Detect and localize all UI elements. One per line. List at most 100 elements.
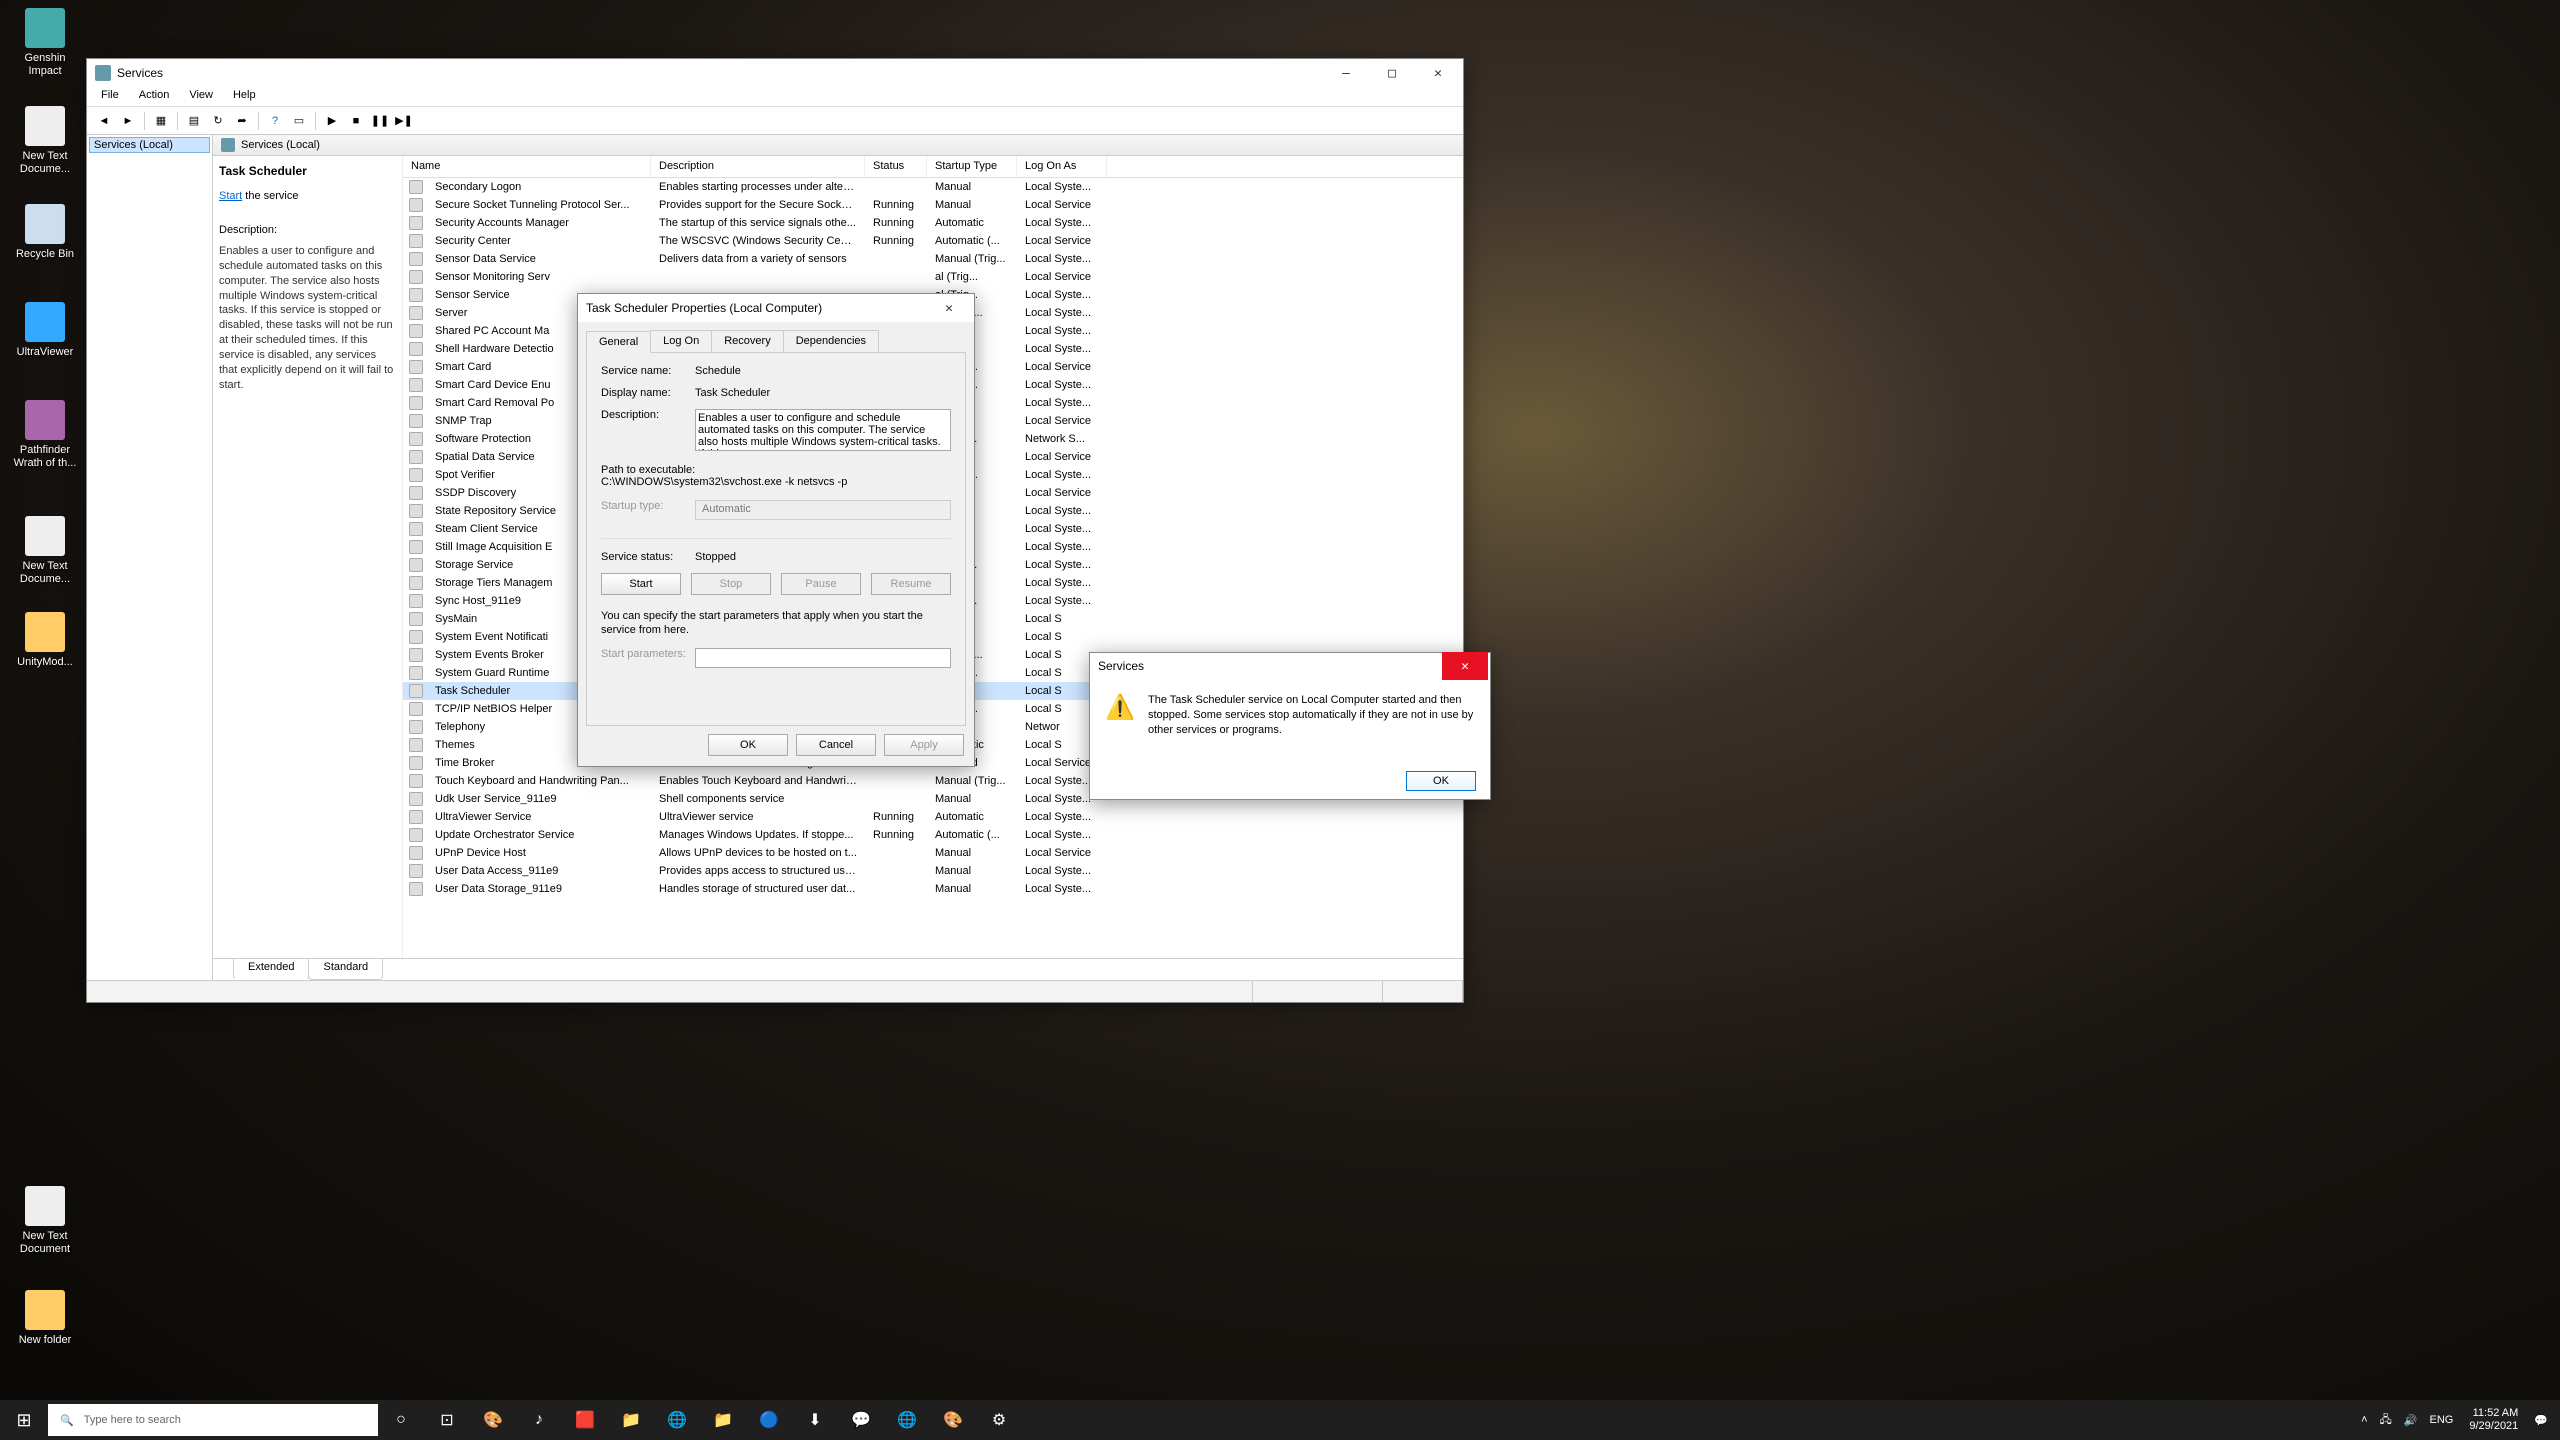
list-header[interactable]: Name Description Status Startup Type Log… (403, 156, 1463, 178)
menu-file[interactable]: File (91, 87, 129, 106)
network-icon[interactable]: 🖧 (2374, 1411, 2398, 1430)
clock[interactable]: 11:52 AM 9/29/2021 (2459, 1407, 2528, 1433)
edge-icon[interactable]: 🌐 (654, 1400, 700, 1440)
help-icon[interactable]: ? (264, 110, 286, 132)
desktop-icon[interactable]: New folder (8, 1290, 82, 1347)
start-button[interactable]: ⊞ (0, 1400, 48, 1440)
search-box[interactable]: 🔍Type here to search (48, 1404, 378, 1436)
tab-dependencies[interactable]: Dependencies (783, 330, 879, 352)
description-textarea[interactable] (695, 409, 951, 451)
restart-service-icon[interactable]: ▶❚ (393, 110, 415, 132)
service-row[interactable]: Secondary LogonEnables starting processe… (403, 178, 1463, 196)
export-list-icon[interactable]: ➦ (231, 110, 253, 132)
gear-icon (409, 846, 423, 860)
app-icon[interactable]: 🌐 (884, 1400, 930, 1440)
gear-icon (409, 414, 423, 428)
gear-icon (409, 792, 423, 806)
titlebar[interactable]: Services — □ ✕ (87, 59, 1463, 87)
tab-recovery[interactable]: Recovery (711, 330, 783, 352)
desktop-icon[interactable]: New Text Docume... (8, 106, 82, 176)
menu-view[interactable]: View (179, 87, 223, 106)
gear-icon (409, 450, 423, 464)
tab-logon[interactable]: Log On (650, 330, 712, 352)
cortana-icon[interactable]: ○ (378, 1400, 424, 1440)
app-icon[interactable]: 🟥 (562, 1400, 608, 1440)
steam-icon[interactable]: ⬇ (792, 1400, 838, 1440)
desktop-icon[interactable]: Genshin Impact (8, 8, 82, 78)
cancel-button[interactable]: Cancel (796, 734, 876, 756)
ok-button[interactable]: OK (708, 734, 788, 756)
volume-icon[interactable]: 🔊 (2398, 1414, 2424, 1427)
service-row[interactable]: Update Orchestrator ServiceManages Windo… (403, 826, 1463, 844)
service-row[interactable]: User Data Access_911e9Provides apps acce… (403, 862, 1463, 880)
desktop-icon[interactable]: Pathfinder Wrath of th... (8, 400, 82, 470)
properties-icon[interactable]: ▭ (288, 110, 310, 132)
service-name-value: Schedule (695, 365, 951, 377)
tab-general[interactable]: General (586, 331, 651, 353)
services-running-icon[interactable]: ⚙ (976, 1400, 1022, 1440)
gear-icon (409, 612, 423, 626)
gear-icon (409, 756, 423, 770)
service-row[interactable]: Security CenterThe WSCSVC (Windows Secur… (403, 232, 1463, 250)
menu-help[interactable]: Help (223, 87, 266, 106)
back-icon[interactable]: ◄ (93, 110, 115, 132)
minimize-button[interactable]: — (1323, 59, 1369, 87)
service-row[interactable]: User Data Storage_911e9Handles storage o… (403, 880, 1463, 898)
ok-button[interactable]: OK (1406, 771, 1476, 791)
gear-icon (409, 630, 423, 644)
display-name-value: Task Scheduler (695, 387, 951, 399)
tray-chevron-icon[interactable]: ˄ (2355, 1414, 2373, 1426)
app-icon[interactable]: 🎨 (930, 1400, 976, 1440)
stop-service-icon[interactable]: ■ (345, 110, 367, 132)
tab-standard[interactable]: Standard (308, 959, 383, 980)
explorer-icon[interactable]: 📁 (700, 1400, 746, 1440)
language-indicator[interactable]: ENG (2424, 1414, 2460, 1426)
close-button[interactable]: ✕ (926, 294, 972, 322)
titlebar[interactable]: Services ✕ (1090, 653, 1490, 679)
gear-icon (409, 558, 423, 572)
chrome-icon[interactable]: 🔵 (746, 1400, 792, 1440)
start-service-link[interactable]: Start (219, 190, 242, 202)
services-icon (221, 138, 235, 152)
error-message: The Task Scheduler service on Local Comp… (1148, 693, 1474, 749)
export-icon[interactable]: ▤ (183, 110, 205, 132)
service-row[interactable]: Sensor Data ServiceDelivers data from a … (403, 250, 1463, 268)
refresh-icon[interactable]: ↻ (207, 110, 229, 132)
tree-services-local[interactable]: Services (Local) (89, 137, 210, 153)
gear-icon (409, 486, 423, 500)
app-icon[interactable]: 📁 (608, 1400, 654, 1440)
task-view-icon[interactable]: ⊡ (424, 1400, 470, 1440)
show-hide-icon[interactable]: ▦ (150, 110, 172, 132)
tab-extended[interactable]: Extended (233, 959, 309, 980)
service-row[interactable]: UPnP Device HostAllows UPnP devices to b… (403, 844, 1463, 862)
menu-action[interactable]: Action (129, 87, 180, 106)
desktop-icon[interactable]: New Text Docume... (8, 516, 82, 586)
desktop-icon[interactable]: New Text Document (8, 1186, 82, 1256)
maximize-button[interactable]: □ (1369, 59, 1415, 87)
description-pane: Task Scheduler Start the service Descrip… (213, 156, 403, 958)
pause-service-icon[interactable]: ❚❚ (369, 110, 391, 132)
service-row[interactable]: Security Accounts ManagerThe startup of … (403, 214, 1463, 232)
app-icon[interactable]: 🎨 (470, 1400, 516, 1440)
gear-icon (409, 594, 423, 608)
gear-icon (409, 432, 423, 446)
app-icon[interactable]: ♪ (516, 1400, 562, 1440)
titlebar[interactable]: Task Scheduler Properties (Local Compute… (578, 294, 974, 322)
desktop-icon[interactable]: UltraViewer (8, 302, 82, 359)
gear-icon (409, 774, 423, 788)
window-title: Services (117, 66, 1323, 80)
notifications-icon[interactable]: 💬 (2528, 1414, 2554, 1427)
desktop-icon[interactable]: Recycle Bin (8, 204, 82, 261)
start-button[interactable]: Start (601, 573, 681, 595)
desktop-icon[interactable]: UnityMod... (8, 612, 82, 669)
close-button[interactable]: ✕ (1442, 652, 1488, 680)
gear-icon (409, 324, 423, 338)
start-service-icon[interactable]: ▶ (321, 110, 343, 132)
service-row[interactable]: UltraViewer ServiceUltraViewer serviceRu… (403, 808, 1463, 826)
start-parameters-input[interactable] (695, 648, 951, 668)
forward-icon[interactable]: ► (117, 110, 139, 132)
service-row[interactable]: Sensor Monitoring Serval (Trig...Local S… (403, 268, 1463, 286)
service-row[interactable]: Secure Socket Tunneling Protocol Ser...P… (403, 196, 1463, 214)
close-button[interactable]: ✕ (1415, 59, 1461, 87)
discord-icon[interactable]: 💬 (838, 1400, 884, 1440)
